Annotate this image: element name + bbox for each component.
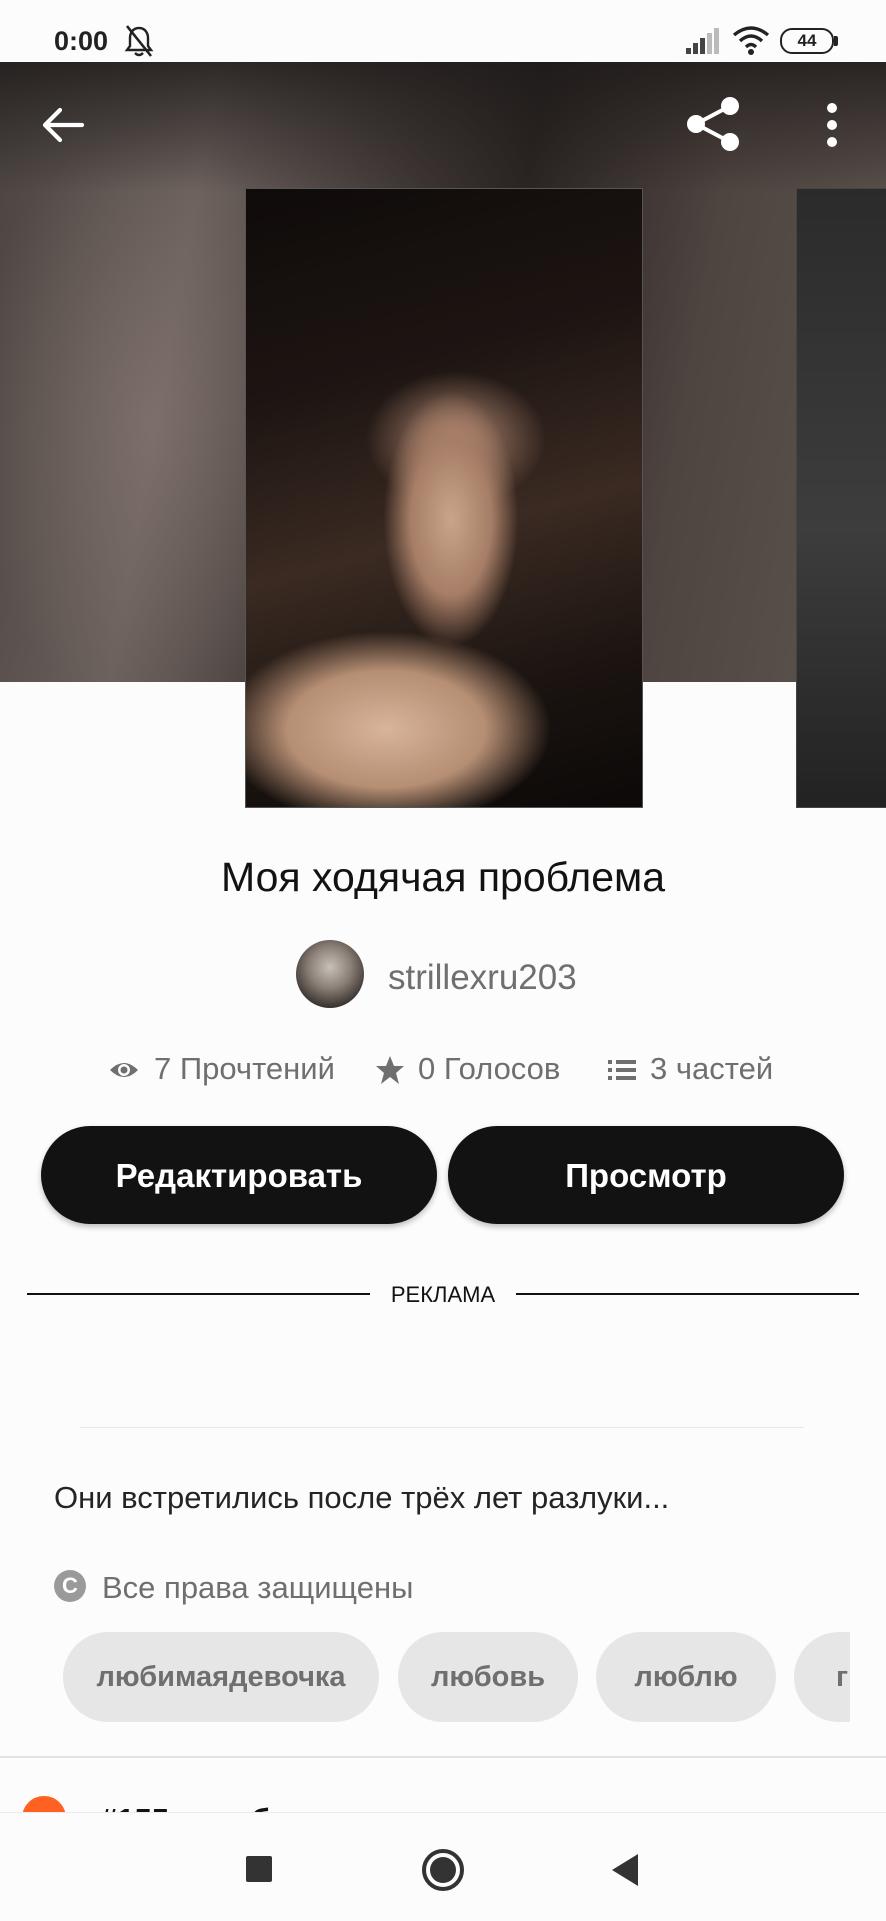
- bell-off-icon: [124, 25, 154, 57]
- ad-label: РЕКЛАМА: [390, 1282, 496, 1307]
- content-divider: [80, 1427, 804, 1428]
- battery-tip: [834, 36, 838, 46]
- story-description: Они встретились после трёх лет разлуки..…: [54, 1480, 670, 1515]
- status-time: 0:00: [54, 26, 109, 56]
- edit-button[interactable]: Редактировать: [41, 1126, 437, 1224]
- home-button[interactable]: [421, 1848, 465, 1892]
- list-icon: [608, 1060, 636, 1080]
- story-cover-image[interactable]: [245, 188, 643, 808]
- system-back-button[interactable]: [608, 1852, 642, 1888]
- next-cover-image[interactable]: [796, 188, 886, 808]
- share-icon[interactable]: [686, 96, 742, 152]
- eye-icon: [110, 1063, 138, 1077]
- star-icon: [376, 1056, 404, 1084]
- author-name[interactable]: strillexru203: [388, 958, 577, 998]
- copyright-text: Все права защищены: [102, 1570, 414, 1605]
- tag-chip[interactable]: г: [794, 1632, 850, 1722]
- back-arrow-icon[interactable]: [40, 102, 86, 148]
- hero-top-shade: [0, 62, 886, 192]
- recents-button[interactable]: [246, 1856, 272, 1882]
- signal-icon: [686, 28, 719, 54]
- battery-level: 44: [780, 28, 834, 54]
- tag-chip[interactable]: люблю: [596, 1632, 776, 1722]
- tags-list: любимаядевочка любовь люблю г: [0, 1632, 850, 1726]
- wifi-icon: [732, 26, 770, 55]
- votes-count: 0 Голосов: [418, 1051, 561, 1086]
- view-button[interactable]: Просмотр: [448, 1126, 844, 1224]
- tag-chip[interactable]: любовь: [398, 1632, 578, 1722]
- more-vert-icon[interactable]: [818, 100, 846, 150]
- author-avatar[interactable]: [296, 940, 364, 1008]
- battery-indicator: 44: [780, 28, 838, 54]
- ad-divider-left: [27, 1293, 370, 1295]
- copyright-icon: C: [54, 1570, 86, 1602]
- tag-chip[interactable]: любимаядевочка: [63, 1632, 379, 1722]
- story-title: Моя ходячая проблема: [221, 854, 665, 900]
- ad-divider-right: [516, 1293, 859, 1295]
- reads-count: 7 Прочтений: [154, 1051, 335, 1086]
- parts-count: 3 частей: [650, 1051, 774, 1086]
- section-separator: [0, 1756, 886, 1758]
